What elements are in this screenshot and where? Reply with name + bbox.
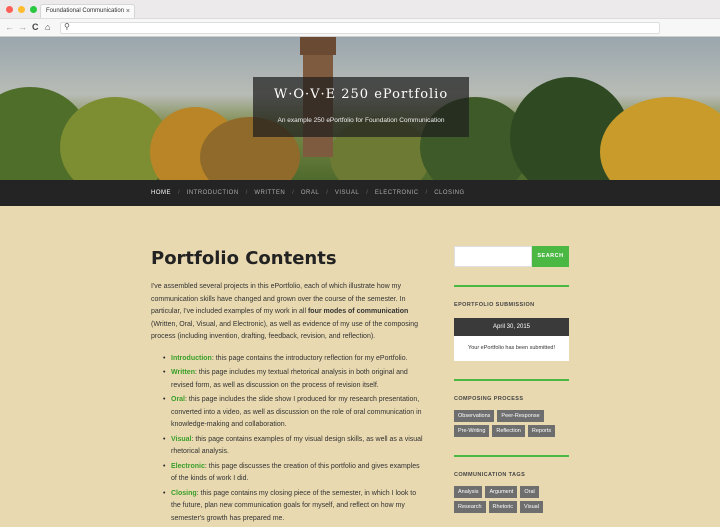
- close-tab-icon[interactable]: ×: [126, 5, 130, 18]
- tag-reflection[interactable]: Reflection: [492, 425, 525, 437]
- divider: [454, 455, 569, 457]
- back-icon[interactable]: ←: [5, 21, 14, 33]
- section-list: Introduction: this page contains the int…: [151, 353, 423, 526]
- section-description: : this page discusses the creation of th…: [171, 462, 420, 483]
- sidebar: SEARCH EPORTFOLIO SUBMISSION April 30, 2…: [454, 246, 569, 513]
- tag-analysis[interactable]: Analysis: [454, 486, 483, 498]
- search-input[interactable]: [454, 246, 532, 267]
- list-item: Closing: this page contains my closing p…: [163, 488, 423, 526]
- reload-icon[interactable]: C: [32, 21, 39, 33]
- nav-item-oral[interactable]: ORAL: [301, 190, 319, 196]
- nav-separator: /: [292, 190, 294, 196]
- list-item: Electronic: this page discusses the crea…: [163, 461, 423, 486]
- section-link-written[interactable]: Written: [171, 369, 195, 376]
- tag-argument[interactable]: Argument: [485, 486, 518, 498]
- section-description: : this page contains examples of my visu…: [171, 435, 423, 456]
- tag-oral[interactable]: Oral: [520, 486, 539, 498]
- tag-visual[interactable]: Visual: [520, 501, 543, 513]
- section-description: : this page includes my textual rhetoric…: [171, 369, 408, 389]
- nav-separator: /: [178, 190, 180, 196]
- tab-title: Foundational Communication: [46, 8, 125, 14]
- tag-rhetoric[interactable]: Rhetoric: [488, 501, 518, 513]
- section-link-visual[interactable]: Visual: [171, 436, 192, 443]
- nav-item-introduction[interactable]: INTRODUCTION: [187, 190, 239, 196]
- submission-message: Your ePortfolio has been submitted!: [454, 336, 569, 361]
- search-icon: ⚲: [64, 22, 70, 31]
- section-link-electronic[interactable]: Electronic: [171, 463, 205, 470]
- tag-research[interactable]: Research: [454, 501, 486, 513]
- divider: [454, 285, 569, 287]
- section-description: : this page includes the slide show I pr…: [171, 396, 422, 428]
- minimize-window-button[interactable]: [18, 6, 25, 13]
- browser-chrome: Foundational Communication × ← → C ⌂ ⚲: [0, 0, 720, 37]
- communication-tags-title: COMMUNICATION TAGS: [454, 472, 526, 478]
- composing-process-tags: Observations Peer-Response Pre-Writing Refl…: [454, 410, 569, 437]
- nav-separator: /: [425, 190, 428, 196]
- nav-item-closing[interactable]: CLOSING: [434, 190, 465, 196]
- browser-toolbar: ← → C ⌂ ⚲: [0, 18, 720, 36]
- page-title: Portfolio Contents: [151, 248, 337, 269]
- section-link-oral[interactable]: Oral: [171, 396, 185, 403]
- address-bar[interactable]: ⚲: [60, 22, 660, 34]
- list-item: Visual: this page contains examples of m…: [163, 434, 423, 459]
- intro-paragraph: I've assembled several projects in this …: [151, 283, 419, 340]
- search-button[interactable]: SEARCH: [532, 246, 569, 267]
- window-controls: [6, 6, 37, 13]
- section-description: : this page contains my closing piece of…: [171, 489, 417, 522]
- composing-process-title: COMPOSING PROCESS: [454, 396, 524, 402]
- nav-item-visual[interactable]: VISUAL: [335, 190, 359, 196]
- browser-tab[interactable]: Foundational Communication ×: [40, 4, 135, 18]
- main-content: Portfolio Contents I've assembled severa…: [151, 248, 423, 527]
- submission-date: April 30, 2015: [454, 318, 569, 336]
- divider: [454, 379, 569, 381]
- list-item: Oral: this page includes the slide show …: [163, 394, 423, 432]
- header-image: W·O·V·E 250 ePortfolio An example 250 eP…: [0, 37, 720, 180]
- nav-separator: /: [366, 190, 368, 196]
- section-description: : this page contains the introductory re…: [211, 354, 408, 362]
- nav-item-electronic[interactable]: ELECTRONIC: [375, 190, 419, 196]
- maximize-window-button[interactable]: [30, 6, 37, 13]
- main-navigation: HOME / INTRODUCTION / WRITTEN / ORAL / VISUAL / EL…: [0, 180, 720, 206]
- list-item: Written: this page includes my textual r…: [163, 367, 423, 392]
- nav-items: HOME / INTRODUCTION / WRITTEN / ORAL / VISUAL / EL…: [151, 180, 465, 206]
- forward-icon[interactable]: →: [18, 21, 27, 33]
- section-link-introduction[interactable]: Introduction: [171, 355, 212, 362]
- tag-reports[interactable]: Reports: [527, 425, 556, 437]
- site-title[interactable]: W·O·V·E 250 ePortfolio: [253, 87, 469, 102]
- list-item: Introduction: this page contains the int…: [163, 353, 423, 366]
- section-link-closing[interactable]: Closing: [171, 490, 197, 497]
- home-icon[interactable]: ⌂: [45, 21, 50, 33]
- tag-observations[interactable]: Observations: [454, 410, 495, 422]
- nav-item-written[interactable]: WRITTEN: [254, 190, 285, 196]
- site-title-box: W·O·V·E 250 ePortfolio An example 250 eP…: [253, 77, 469, 137]
- close-window-button[interactable]: [6, 6, 13, 13]
- tag-peer-response[interactable]: Peer-Response: [497, 410, 544, 422]
- nav-separator: /: [245, 190, 248, 196]
- submission-title: EPORTFOLIO SUBMISSION: [454, 302, 535, 308]
- site-subtitle: An example 250 ePortfolio for Foundation…: [277, 117, 445, 124]
- search-form: SEARCH: [454, 246, 569, 267]
- tag-pre-writing[interactable]: Pre-Writing: [454, 425, 490, 437]
- nav-item-home[interactable]: HOME: [151, 190, 171, 196]
- communication-tags: Analysis Argument Oral Research Rhetoric Visu…: [454, 486, 569, 513]
- nav-separator: /: [326, 190, 328, 196]
